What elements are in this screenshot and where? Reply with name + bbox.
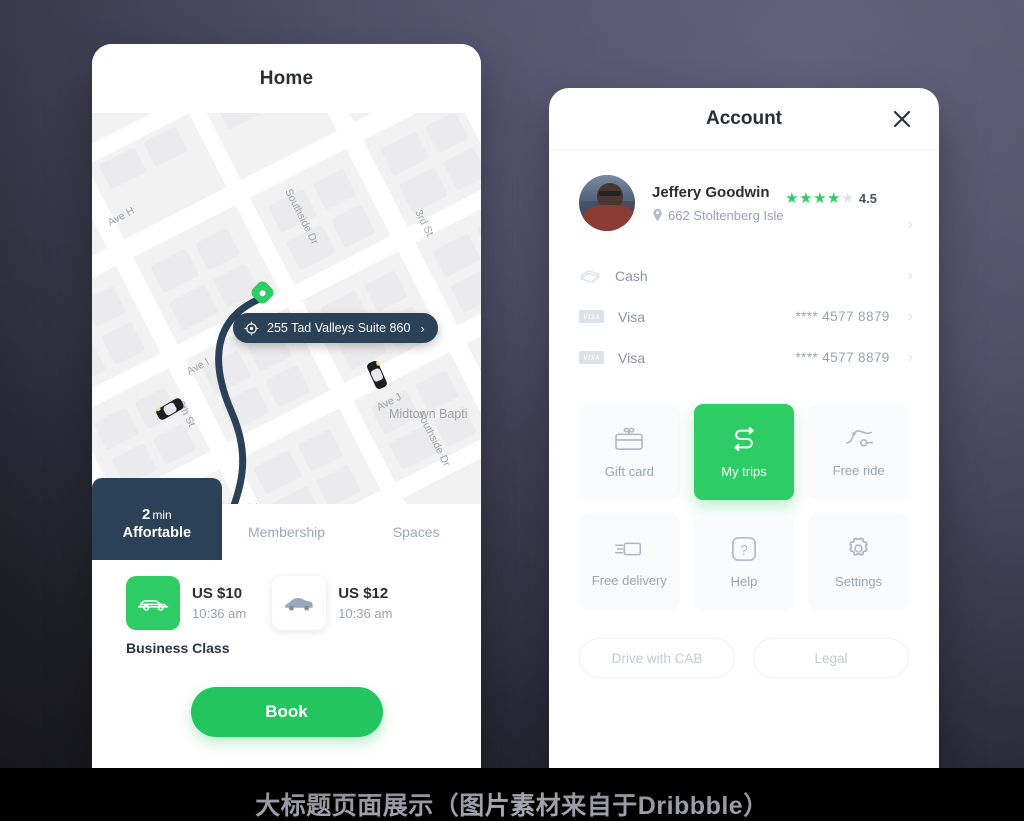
- account-footer: Drive with CAB Legal: [549, 610, 939, 678]
- tile-my-trips[interactable]: My trips: [693, 404, 795, 500]
- chevron-right-icon: ›: [420, 320, 425, 336]
- place-label: Midtown Bapti: [389, 407, 468, 421]
- help-icon: ?: [732, 536, 756, 561]
- payment-number: **** 4577 8879: [795, 309, 890, 324]
- tab-spaces[interactable]: Spaces: [351, 504, 481, 560]
- account-action-grid: Gift card My trips Free ride Free delive…: [549, 394, 939, 610]
- star-rating: ★ ★ ★ ★ ★: [785, 189, 854, 207]
- tab-membership[interactable]: Membership: [222, 504, 352, 560]
- booking-panel: US $10 10:36 am US $12 10:36 am Business…: [92, 560, 481, 737]
- tab-eta-unit: min: [152, 507, 172, 522]
- payment-label: Visa: [618, 349, 645, 366]
- user-address-text: 662 Stoltenberg Isle: [668, 207, 784, 223]
- tile-label: Help: [730, 573, 758, 589]
- payment-methods: Cash › VISA Visa **** 4577 8879 › VISA V…: [549, 245, 939, 394]
- rating: ★ ★ ★ ★ ★ 4.5: [785, 189, 877, 207]
- star-icon: ★: [813, 190, 827, 207]
- svg-text:?: ?: [740, 541, 748, 557]
- tile-label: My trips: [721, 463, 767, 479]
- tab-eta: 2 min: [142, 506, 172, 523]
- account-header: Account: [549, 88, 939, 150]
- route-s-icon: [734, 426, 754, 451]
- cash-icon: [580, 269, 600, 283]
- delivery-icon: [615, 542, 642, 555]
- user-address: 662 Stoltenberg Isle: [652, 208, 784, 223]
- visa-icon: VISA: [579, 351, 604, 364]
- visa-icon: VISA: [579, 310, 604, 323]
- hatchback-icon: [285, 597, 313, 611]
- destination-label: 255 Tad Valleys Suite 860: [267, 321, 411, 335]
- ride-option-selected[interactable]: US $10 10:36 am: [126, 576, 246, 630]
- tab-label: Spaces: [392, 524, 440, 540]
- tile-label: Free ride: [832, 462, 885, 478]
- tile-free-delivery[interactable]: Free delivery: [579, 514, 680, 610]
- user-name: Jeffery Goodwin: [652, 183, 770, 201]
- ride-option[interactable]: US $12 10:36 am: [272, 576, 392, 630]
- tile-label: Gift card: [604, 463, 654, 479]
- close-icon[interactable]: [889, 106, 915, 132]
- tile-label: Free delivery: [591, 572, 667, 588]
- profile-row[interactable]: Jeffery Goodwin 662 Stoltenberg Isle ★ ★…: [549, 150, 939, 245]
- gift-card-icon: [615, 427, 644, 450]
- payment-number: **** 4577 8879: [795, 350, 890, 365]
- account-screen-phone: Account Jeffery Goodwin 662 Stoltenberg …: [549, 88, 939, 768]
- ride-icon-tile: [272, 576, 327, 630]
- sedan-icon: [137, 599, 169, 611]
- ride-time: 10:36 am: [338, 606, 393, 621]
- book-button[interactable]: Book: [190, 687, 383, 737]
- drive-with-cab-button[interactable]: Drive with CAB: [579, 638, 735, 678]
- target-icon: [244, 321, 259, 335]
- ride-price: US $12: [338, 585, 389, 602]
- chevron-right-icon: ›: [907, 307, 913, 325]
- tile-settings[interactable]: Settings: [808, 514, 909, 610]
- star-icon: ★: [799, 190, 813, 207]
- home-header: Home: [92, 44, 481, 113]
- ride-tabs: 2 min Affortable Membership Spaces: [92, 478, 481, 560]
- page-caption: 大标题页面展示（图片素材来自于Dribbble）: [255, 792, 769, 820]
- page-title: Home: [259, 67, 314, 89]
- legal-button[interactable]: Legal: [753, 638, 909, 678]
- map-tiles: Ave H 3rd St Southside Dr Ave I 6th St S…: [92, 113, 481, 504]
- payment-row-visa[interactable]: VISA Visa **** 4577 8879 ›: [549, 296, 939, 337]
- chevron-right-icon: ›: [907, 214, 913, 233]
- tile-free-ride[interactable]: Free ride: [808, 404, 909, 500]
- star-icon: ★: [840, 190, 854, 207]
- ride-options: US $10 10:36 am US $12 10:36 am: [126, 576, 447, 630]
- tile-help[interactable]: ? Help: [693, 514, 795, 610]
- free-ride-icon: [845, 429, 873, 447]
- ride-price: US $10: [192, 585, 243, 602]
- star-icon: ★: [785, 190, 799, 207]
- tile-label: Settings: [835, 574, 883, 589]
- tab-label: Membership: [247, 524, 326, 540]
- payment-row-visa[interactable]: VISA Visa **** 4577 8879 ›: [549, 337, 939, 378]
- tab-eta-value: 2: [141, 505, 151, 523]
- payment-row-cash[interactable]: Cash ›: [549, 255, 939, 296]
- chevron-right-icon: ›: [907, 266, 913, 284]
- tab-label: Affortable: [122, 524, 192, 541]
- tile-gift-card[interactable]: Gift card: [579, 404, 680, 500]
- rating-value: 4.5: [858, 190, 877, 206]
- location-pin-icon: [653, 208, 662, 222]
- payment-label: Visa: [618, 308, 645, 325]
- ride-time: 10:36 am: [192, 606, 247, 621]
- ride-class-label: Business Class: [126, 640, 230, 656]
- home-screen-phone: Home Ave H 3rd St Southside Dr Ave I 6th…: [92, 44, 481, 768]
- gear-icon: [849, 537, 869, 557]
- chevron-right-icon: ›: [907, 348, 913, 366]
- star-icon: ★: [827, 190, 840, 207]
- payment-label: Cash: [615, 267, 648, 284]
- avatar: [579, 175, 635, 231]
- tab-affortable[interactable]: 2 min Affortable: [92, 478, 222, 560]
- map-view[interactable]: Ave H 3rd St Southside Dr Ave I 6th St S…: [92, 113, 481, 504]
- ride-icon-tile: [126, 576, 180, 630]
- destination-pill[interactable]: 255 Tad Valleys Suite 860 ›: [233, 313, 438, 343]
- page-title: Account: [706, 107, 782, 129]
